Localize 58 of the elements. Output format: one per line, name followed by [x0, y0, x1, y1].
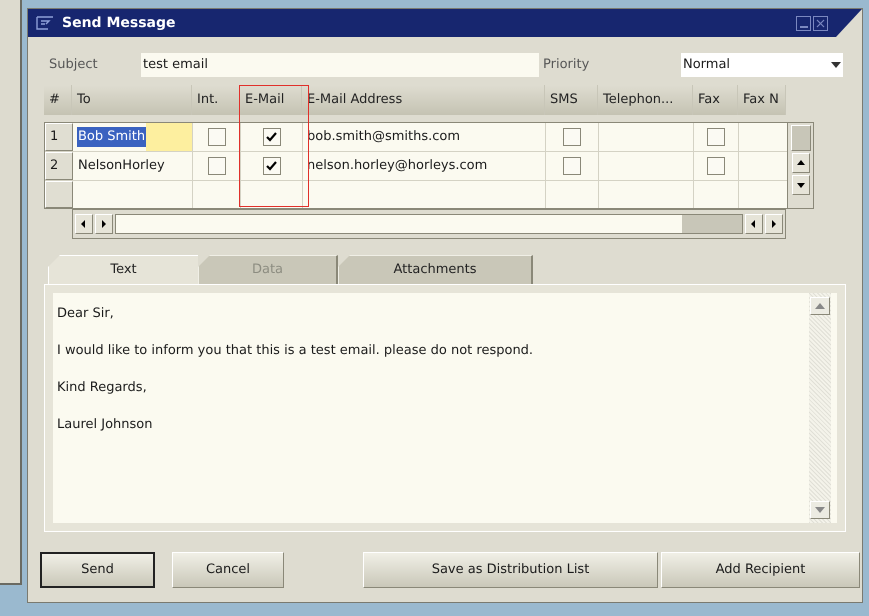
subject-field[interactable]: test email	[141, 53, 539, 77]
message-line: Kind Regards,	[57, 379, 148, 396]
scroll-left-button[interactable]	[745, 214, 763, 234]
message-line: Dear Sir,	[57, 305, 115, 322]
scroll-up-button[interactable]	[792, 153, 810, 173]
scroll-right-button[interactable]	[95, 214, 113, 234]
column-header[interactable]: #	[44, 85, 72, 115]
column-header[interactable]: SMS	[545, 85, 598, 115]
scroll-thumb[interactable]	[790, 125, 810, 151]
horizontal-scrollbar[interactable]	[115, 214, 743, 234]
row-number[interactable]: 1	[45, 123, 73, 151]
message-line: I would like to inform you that this is a test email. please do not respond.	[57, 342, 534, 359]
checkbox[interactable]	[262, 128, 280, 146]
dialog-button[interactable]: Add Recipient	[661, 552, 860, 588]
checkbox[interactable]	[563, 157, 581, 175]
tab[interactable]: Attachments	[338, 255, 533, 284]
column-header[interactable]: Fax	[693, 85, 738, 115]
message-line: Laurel Johnson	[57, 416, 154, 433]
scroll-left-button[interactable]	[75, 214, 93, 234]
dialog-button[interactable]: Cancel	[172, 552, 284, 588]
window-title: Send Message	[62, 14, 176, 32]
column-header[interactable]: E-Mail	[240, 85, 302, 115]
row-number[interactable]: 2	[45, 152, 73, 180]
scroll-right-button[interactable]	[765, 214, 783, 234]
message-field[interactable]: Dear Sir, I would like to inform you that this is a test email. please do not respond. Kind Regards, Laurel Johnson	[53, 293, 837, 523]
priority-label: Priority	[542, 56, 590, 74]
scroll-thumb[interactable]	[682, 215, 742, 233]
table-cell-text: bob.smith@smiths.com	[307, 128, 460, 146]
checkbox[interactable]	[707, 157, 725, 175]
checkmark-icon	[266, 132, 277, 142]
column-header[interactable]: E-Mail Address	[302, 85, 545, 115]
dialog-button[interactable]: Save as Distribution List	[363, 552, 658, 588]
column-header[interactable]: Telephon...	[598, 85, 693, 115]
checkmark-icon	[266, 161, 277, 171]
cell-highlight	[146, 123, 192, 151]
table-cell[interactable]: NelsonHorley	[77, 156, 166, 176]
table-cell-text: nelson.horley@horleys.com	[307, 157, 488, 176]
dialog-button[interactable]: Send	[40, 552, 155, 588]
priority-dropdown[interactable]: Normal	[681, 53, 843, 77]
subject-label: Subject	[48, 56, 99, 74]
caret-icon	[831, 62, 841, 68]
checkbox[interactable]	[208, 157, 226, 175]
checkbox[interactable]	[208, 128, 226, 146]
checkbox[interactable]	[563, 128, 581, 146]
table-cell[interactable]: Bob Smith	[77, 127, 146, 147]
column-header[interactable]: To	[72, 85, 192, 115]
close-icon[interactable]	[813, 16, 828, 30]
checkbox[interactable]	[262, 157, 280, 175]
row-number[interactable]	[45, 181, 73, 208]
arrow-down-icon	[815, 507, 825, 513]
checkbox[interactable]	[707, 128, 725, 146]
tab[interactable]: Text	[48, 255, 198, 284]
column-header[interactable]: Int.	[192, 85, 240, 115]
scroll-down-button[interactable]	[792, 175, 810, 195]
minimize-button[interactable]	[796, 16, 811, 30]
column-header[interactable]: Fax N	[738, 85, 786, 115]
window-icon	[36, 16, 54, 30]
arrow-up-icon	[815, 303, 825, 309]
